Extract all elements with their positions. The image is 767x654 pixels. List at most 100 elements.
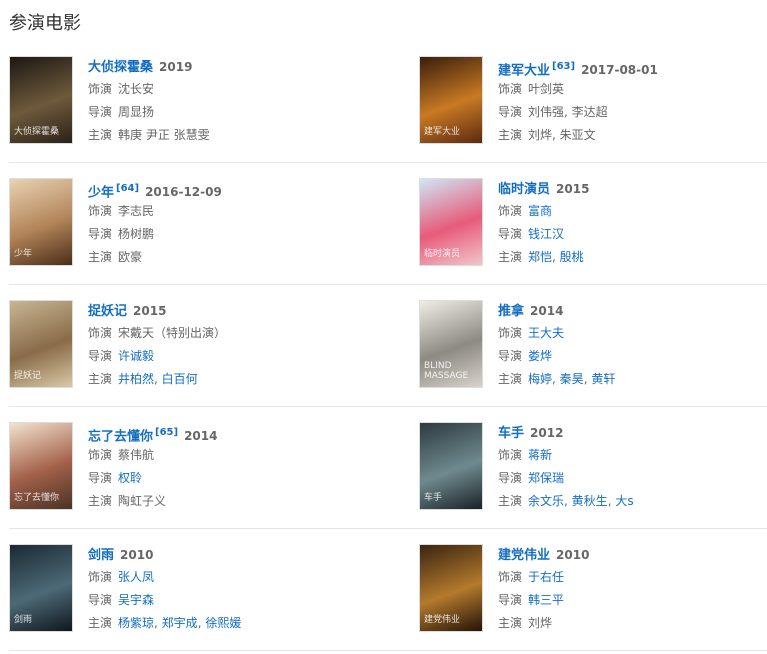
credit-line: 导演 周显扬 bbox=[88, 101, 210, 124]
person-link[interactable]: 吴宇森 bbox=[118, 593, 154, 607]
person-text: 沈长安 bbox=[118, 82, 155, 96]
movie-title-line: 车手 2012 bbox=[498, 422, 634, 444]
poster-caption: 临时演员 bbox=[424, 249, 461, 259]
person-link[interactable]: 白百何 bbox=[162, 372, 198, 386]
person-link[interactable]: 秦昊 bbox=[560, 372, 584, 386]
movie-poster[interactable]: 少年 bbox=[9, 178, 73, 266]
filmography-panel: 参演电影 大侦探霍桑 大侦探霍桑 2019 饰演 沈长安 导演 周显扬 主演 韩庚 尹正 张慧雯… bbox=[0, 0, 767, 654]
credit-line: 导演 权聆 bbox=[88, 467, 217, 490]
movie-title[interactable]: 忘了去懂你 bbox=[88, 429, 153, 444]
person-link[interactable]: 郑保瑞 bbox=[528, 471, 564, 485]
person-link[interactable]: 大s bbox=[615, 494, 633, 508]
person-link[interactable]: 许诚毅 bbox=[118, 349, 154, 363]
person-link[interactable]: 殷桃 bbox=[560, 250, 584, 264]
reference-link[interactable]: [65] bbox=[155, 427, 178, 438]
credit-label: 导演 bbox=[88, 349, 113, 363]
release-date: 2015 bbox=[133, 304, 167, 318]
person-link[interactable]: 郑恺 bbox=[528, 250, 552, 264]
movie-poster[interactable]: 忘了去懂你 bbox=[9, 422, 73, 510]
person-link[interactable]: 富商 bbox=[528, 204, 552, 218]
credit-line: 主演 井柏然, 白百何 bbox=[88, 368, 226, 391]
movie-row: 捉妖记 捉妖记 2015 饰演 宋戴天（特别出演） 导演 许诚毅 主演 井柏然, 白百何 BLIN… bbox=[9, 285, 767, 407]
movie-title-line: 建军大业 [63] 2017-08-01 bbox=[498, 56, 658, 78]
poster-caption: 忘了去懂你 bbox=[14, 493, 60, 503]
person-link[interactable]: 韩三平 bbox=[528, 593, 564, 607]
movie-item: 忘了去懂你 忘了去懂你 [65] 2014 饰演 蔡伟航 导演 权聆 主演 陶虹子义 bbox=[9, 422, 349, 512]
movie-title[interactable]: 推拿 bbox=[498, 304, 524, 319]
person-text: 叶剑英 bbox=[528, 82, 565, 96]
movie-info: 少年 [64] 2016-12-09 饰演 李志民 导演 杨树鹏 主演 欧豪 bbox=[88, 178, 222, 269]
movie-title-line: 建党伟业 2010 bbox=[498, 544, 589, 566]
person-link[interactable]: 王大夫 bbox=[528, 326, 564, 340]
person-link[interactable]: 蒋新 bbox=[528, 448, 552, 462]
person-text: , bbox=[564, 494, 572, 508]
credit-line: 主演 刘烨, 朱亚文 bbox=[498, 124, 658, 147]
person-link[interactable]: 井柏然 bbox=[118, 372, 154, 386]
movie-title[interactable]: 车手 bbox=[498, 426, 524, 441]
credit-label: 主演 bbox=[498, 372, 523, 386]
movie-title[interactable]: 大侦探霍桑 bbox=[88, 60, 153, 75]
release-date: 2014 bbox=[530, 304, 564, 318]
movie-title[interactable]: 剑雨 bbox=[88, 548, 114, 563]
credit-label: 导演 bbox=[498, 593, 523, 607]
movie-title[interactable]: 捉妖记 bbox=[88, 304, 127, 319]
release-date: 2015 bbox=[556, 182, 590, 196]
movie-poster[interactable]: 建军大业 bbox=[419, 56, 483, 144]
person-link[interactable]: 郑宇成 bbox=[162, 616, 198, 630]
person-link[interactable]: 权聆 bbox=[118, 471, 142, 485]
person-link[interactable]: 钱江汉 bbox=[528, 227, 564, 241]
person-link[interactable]: 余文乐 bbox=[528, 494, 564, 508]
movie-item: BLIND MASSAGE 推拿 2014 饰演 王大夫 导演 娄烨 主演 梅婷, 秦昊, 黄轩 bbox=[419, 300, 759, 390]
person-link[interactable]: 徐熙媛 bbox=[205, 616, 241, 630]
person-text: , bbox=[154, 372, 162, 386]
movie-item: 建党伟业 建党伟业 2010 饰演 于右任 导演 韩三平 主演 刘烨 bbox=[419, 544, 759, 634]
credit-line: 导演 杨树鹏 bbox=[88, 223, 222, 246]
movie-title[interactable]: 建军大业 bbox=[498, 63, 550, 78]
release-date: 2012 bbox=[530, 426, 564, 440]
movie-poster[interactable]: 大侦探霍桑 bbox=[9, 56, 73, 144]
person-link[interactable]: 黄轩 bbox=[591, 372, 615, 386]
movie-poster[interactable]: BLIND MASSAGE bbox=[419, 300, 483, 388]
movie-info: 捉妖记 2015 饰演 宋戴天（特别出演） 导演 许诚毅 主演 井柏然, 白百何 bbox=[88, 300, 226, 391]
person-link[interactable]: 娄烨 bbox=[528, 349, 552, 363]
movie-poster[interactable]: 临时演员 bbox=[419, 178, 483, 266]
movie-info: 建军大业 [63] 2017-08-01 饰演 叶剑英 导演 刘伟强, 李达超 主演 刘烨, 朱… bbox=[498, 56, 658, 147]
movie-title[interactable]: 建党伟业 bbox=[498, 548, 550, 563]
movie-info: 车手 2012 饰演 蒋新 导演 郑保瑞 主演 余文乐, 黄秋生, 大s bbox=[498, 422, 634, 513]
movie-title-line: 临时演员 2015 bbox=[498, 178, 589, 200]
movie-poster[interactable]: 捉妖记 bbox=[9, 300, 73, 388]
person-link[interactable]: 黄秋生 bbox=[572, 494, 608, 508]
release-date: 2010 bbox=[556, 548, 590, 562]
poster-caption: 建军大业 bbox=[424, 127, 461, 137]
person-link[interactable]: 于右任 bbox=[528, 570, 564, 584]
credit-line: 主演 梅婷, 秦昊, 黄轩 bbox=[498, 368, 615, 391]
release-date: 2017-08-01 bbox=[581, 63, 658, 78]
person-link[interactable]: 梅婷 bbox=[528, 372, 552, 386]
credit-label: 主演 bbox=[498, 128, 523, 142]
poster-caption: 少年 bbox=[14, 249, 33, 259]
movie-info: 推拿 2014 饰演 王大夫 导演 娄烨 主演 梅婷, 秦昊, 黄轩 bbox=[498, 300, 615, 391]
movie-title-line: 推拿 2014 bbox=[498, 300, 615, 322]
poster-caption: 剑雨 bbox=[14, 615, 33, 625]
movie-poster[interactable]: 建党伟业 bbox=[419, 544, 483, 632]
reference-link[interactable]: [64] bbox=[116, 183, 139, 194]
movie-poster[interactable]: 车手 bbox=[419, 422, 483, 510]
credit-line: 主演 杨紫琼, 郑宇成, 徐熙媛 bbox=[88, 612, 241, 635]
credit-label: 导演 bbox=[88, 105, 113, 119]
movie-title[interactable]: 少年 bbox=[88, 185, 114, 200]
person-link[interactable]: 张人凤 bbox=[118, 570, 154, 584]
movie-title[interactable]: 临时演员 bbox=[498, 182, 550, 197]
credit-label: 导演 bbox=[88, 471, 113, 485]
person-text: 宋戴天（特别出演） bbox=[118, 326, 227, 340]
movie-item: 车手 车手 2012 饰演 蒋新 导演 郑保瑞 主演 余文乐, 黄秋生, 大s bbox=[419, 422, 759, 512]
movie-title-line: 少年 [64] 2016-12-09 bbox=[88, 178, 222, 200]
credit-label: 主演 bbox=[88, 372, 113, 386]
movie-title-line: 忘了去懂你 [65] 2014 bbox=[88, 422, 217, 444]
reference-link[interactable]: [63] bbox=[552, 61, 575, 72]
credit-line: 主演 郑恺, 殷桃 bbox=[498, 246, 589, 269]
movie-poster[interactable]: 剑雨 bbox=[9, 544, 73, 632]
person-text: , bbox=[552, 250, 560, 264]
person-link[interactable]: 杨紫琼 bbox=[118, 616, 154, 630]
movie-info: 建党伟业 2010 饰演 于右任 导演 韩三平 主演 刘烨 bbox=[498, 544, 589, 635]
section-title: 参演电影 bbox=[9, 13, 81, 34]
